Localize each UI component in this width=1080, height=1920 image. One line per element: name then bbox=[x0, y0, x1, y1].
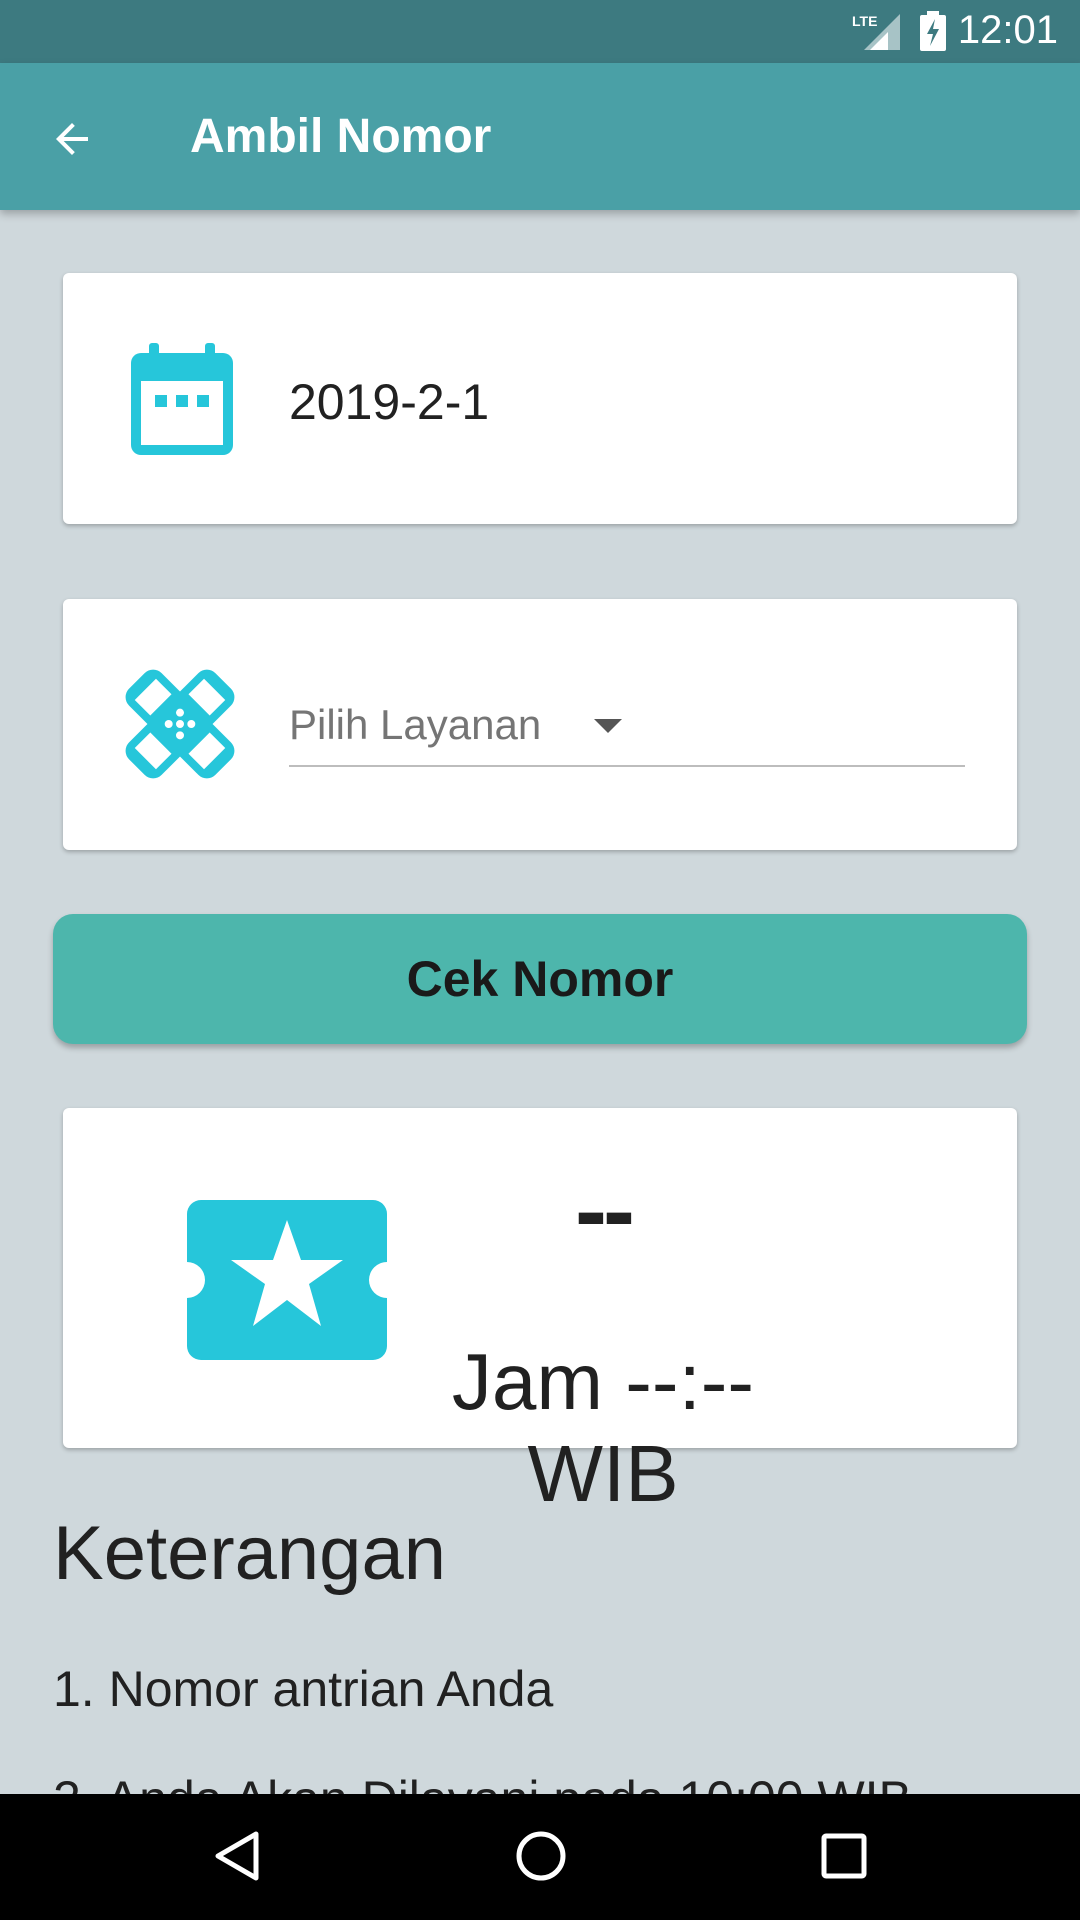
nav-recent-icon[interactable] bbox=[812, 1824, 876, 1888]
check-number-button[interactable]: Cek Nomor bbox=[53, 914, 1027, 1044]
chevron-down-icon bbox=[594, 719, 622, 733]
status-time: 12:01 bbox=[957, 8, 1058, 52]
page-title: Ambil Nomor bbox=[190, 110, 492, 163]
service-card: Pilih Layanan bbox=[63, 599, 1017, 850]
ticket-card: -- Jam --:-- WIB bbox=[63, 1108, 1017, 1518]
bandage-icon bbox=[125, 669, 235, 779]
notes-title: Keterangan bbox=[53, 1511, 446, 1596]
status-bar: LTE 12:01 bbox=[0, 0, 1080, 63]
service-dropdown[interactable]: Pilih Layanan bbox=[289, 689, 965, 767]
calendar-icon bbox=[131, 343, 233, 455]
svg-text:LTE: LTE bbox=[852, 13, 877, 29]
date-card[interactable]: 2019-2-1 bbox=[63, 273, 1017, 524]
lte-signal-icon: LTE bbox=[852, 13, 900, 50]
navigation-bar bbox=[0, 1794, 1080, 1920]
queue-time: Jam --:-- WIB bbox=[451, 1337, 755, 1518]
note-item: 1. Nomor antrian Anda bbox=[53, 1661, 554, 1717]
queue-number: -- bbox=[575, 1157, 635, 1264]
ticket-star-icon bbox=[187, 1200, 387, 1360]
back-button[interactable] bbox=[36, 103, 108, 175]
date-value: 2019-2-1 bbox=[289, 374, 490, 430]
battery-charging-icon bbox=[920, 11, 946, 51]
arrow-left-icon bbox=[56, 123, 88, 155]
nav-home-icon[interactable] bbox=[509, 1824, 573, 1888]
app-bar: Ambil Nomor bbox=[0, 63, 1080, 210]
nav-back-icon[interactable] bbox=[206, 1824, 270, 1888]
service-placeholder: Pilih Layanan bbox=[289, 701, 542, 748]
